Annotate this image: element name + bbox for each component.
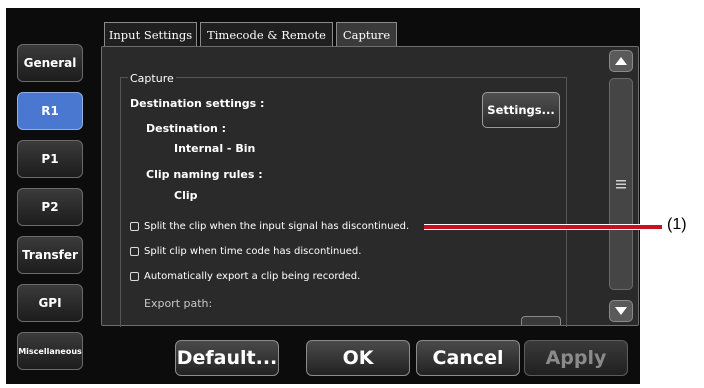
clip-naming-label: Clip naming rules : xyxy=(146,168,263,181)
triangle-down-icon xyxy=(615,307,627,315)
apply-button[interactable]: Apply xyxy=(524,340,628,376)
auto-export-label: Automatically export a clip being record… xyxy=(144,271,361,282)
tab-input-settings[interactable]: Input Settings xyxy=(104,22,197,46)
default-button[interactable]: Default... xyxy=(175,340,279,376)
callout-label: (1) xyxy=(667,216,687,233)
scroll-down-button[interactable] xyxy=(609,300,633,322)
triangle-up-icon xyxy=(615,57,627,65)
split-on-timecode-option[interactable]: Split clip when time code has discontinu… xyxy=(130,246,361,257)
destination-settings-label: Destination settings : xyxy=(130,97,265,110)
capture-panel xyxy=(101,46,639,327)
scrollbar[interactable] xyxy=(609,50,633,322)
scroll-thumb[interactable] xyxy=(609,78,633,290)
tab-capture[interactable]: Capture xyxy=(336,22,397,47)
sidebar-item-r1[interactable]: R1 xyxy=(17,92,83,130)
sidebar-item-miscellaneous[interactable]: Miscellaneous xyxy=(17,332,83,370)
ok-button[interactable]: OK xyxy=(306,340,410,376)
split-on-signal-label: Split the clip when the input signal has… xyxy=(144,221,410,232)
export-path-label: Export path: xyxy=(144,297,213,310)
auto-export-option[interactable]: Automatically export a clip being record… xyxy=(130,271,360,282)
sidebar-item-p2[interactable]: P2 xyxy=(17,188,83,226)
tab-timecode-remote[interactable]: Timecode & Remote xyxy=(200,22,333,46)
split-on-signal-checkbox[interactable] xyxy=(130,222,139,231)
destination-label: Destination : xyxy=(146,122,227,135)
scroll-up-button[interactable] xyxy=(609,50,633,72)
split-on-timecode-checkbox[interactable] xyxy=(130,247,139,256)
clip-naming-value: Clip xyxy=(174,189,198,202)
split-on-signal-option[interactable]: Split the clip when the input signal has… xyxy=(130,221,409,232)
auto-export-checkbox[interactable] xyxy=(130,272,139,281)
partial-browse-button[interactable] xyxy=(521,316,561,325)
sidebar-item-p1[interactable]: P1 xyxy=(17,140,83,178)
settings-button[interactable]: Settings... xyxy=(482,92,560,128)
split-on-timecode-label: Split clip when time code has discontinu… xyxy=(144,246,362,257)
grip-icon xyxy=(616,179,626,188)
group-title: Capture xyxy=(128,72,176,85)
sidebar-item-transfer[interactable]: Transfer xyxy=(17,236,83,274)
sidebar-item-general[interactable]: General xyxy=(17,44,83,82)
callout-line xyxy=(424,224,662,230)
destination-value: Internal - Bin xyxy=(174,142,256,155)
cancel-button[interactable]: Cancel xyxy=(416,340,520,376)
sidebar-item-gpi[interactable]: GPI xyxy=(17,284,83,322)
